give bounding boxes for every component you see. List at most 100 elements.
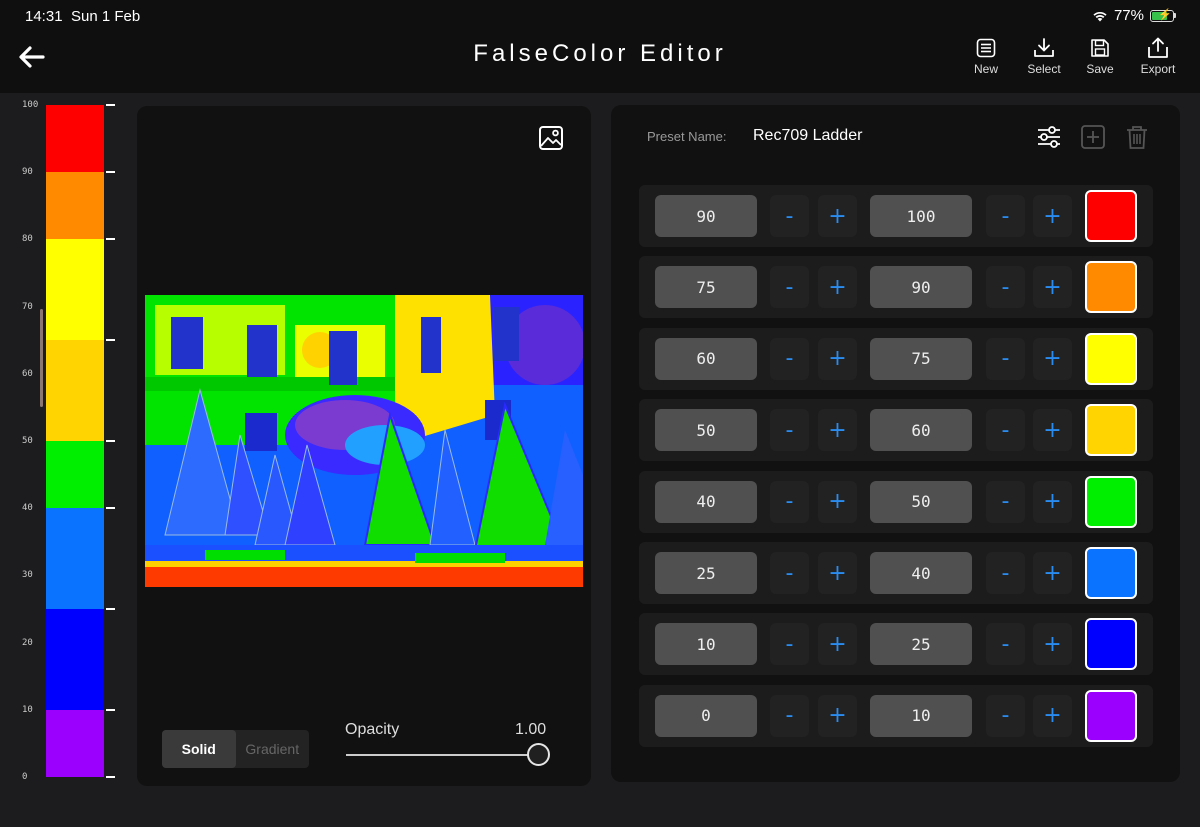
- scale-bar: [46, 105, 104, 777]
- high-increment-button[interactable]: +: [1033, 266, 1072, 309]
- band-color-swatch[interactable]: [1085, 618, 1137, 671]
- low-increment-button[interactable]: +: [818, 195, 857, 237]
- high-decrement-button[interactable]: -: [986, 480, 1025, 523]
- scale-label: 10: [22, 704, 33, 715]
- band-row: 90- +100- +: [639, 185, 1153, 247]
- export-label: Export: [1140, 62, 1176, 76]
- band-color-swatch[interactable]: [1085, 404, 1137, 457]
- solid-mode-button[interactable]: Solid: [162, 730, 236, 768]
- scale-label: 30: [22, 570, 33, 581]
- high-decrement-button[interactable]: -: [986, 266, 1025, 309]
- new-button[interactable]: New: [959, 37, 1013, 76]
- low-increment-button[interactable]: +: [818, 552, 857, 594]
- low-decrement-button[interactable]: -: [770, 337, 809, 380]
- preset-name-field[interactable]: Rec709 Ladder: [753, 127, 862, 145]
- band-low-value[interactable]: 50: [655, 409, 757, 452]
- scale-segment: [46, 105, 104, 173]
- band-high-value[interactable]: 100: [870, 195, 972, 237]
- opacity-slider-thumb[interactable]: [527, 743, 550, 766]
- high-increment-button[interactable]: +: [1033, 694, 1072, 737]
- high-increment-button[interactable]: +: [1033, 409, 1072, 452]
- band-low-value[interactable]: 90: [655, 195, 757, 237]
- export-button[interactable]: Export: [1131, 37, 1185, 76]
- band-color-swatch[interactable]: [1085, 190, 1137, 242]
- band-color-swatch[interactable]: [1085, 689, 1137, 742]
- gradient-mode-button[interactable]: Gradient: [236, 730, 310, 768]
- scale-tick: [106, 238, 115, 241]
- high-decrement-button[interactable]: -: [986, 623, 1025, 666]
- band-low-value[interactable]: 0: [655, 694, 757, 737]
- low-decrement-button[interactable]: -: [770, 694, 809, 737]
- scale-tick: [106, 171, 115, 174]
- low-decrement-button[interactable]: -: [770, 552, 809, 594]
- adjust-settings-button[interactable]: [1035, 123, 1063, 151]
- list-icon: [976, 38, 996, 58]
- low-decrement-button[interactable]: -: [770, 195, 809, 237]
- scale-segment: [46, 340, 104, 441]
- high-increment-button[interactable]: +: [1033, 195, 1072, 237]
- band-high-value[interactable]: 10: [870, 694, 972, 737]
- save-button[interactable]: Save: [1073, 37, 1127, 76]
- status-date: Sun 1 Feb: [71, 8, 141, 25]
- choose-image-button[interactable]: [537, 124, 565, 152]
- low-increment-button[interactable]: +: [818, 623, 857, 666]
- preview-image-svg: [145, 295, 583, 587]
- band-color-swatch[interactable]: [1085, 332, 1137, 385]
- band-row: 25- +40- +: [639, 542, 1153, 604]
- band-low-value[interactable]: 25: [655, 552, 757, 594]
- status-time: 14:31: [25, 8, 63, 25]
- high-decrement-button[interactable]: -: [986, 694, 1025, 737]
- low-increment-button[interactable]: +: [818, 337, 857, 380]
- band-high-value[interactable]: 40: [870, 552, 972, 594]
- low-decrement-button[interactable]: -: [770, 266, 809, 309]
- floppy-disk-icon: [1091, 39, 1109, 57]
- band-high-value[interactable]: 25: [870, 623, 972, 666]
- band-color-swatch[interactable]: [1085, 547, 1137, 599]
- band-high-value[interactable]: 50: [870, 480, 972, 523]
- high-decrement-button[interactable]: -: [986, 552, 1025, 594]
- band-color-swatch[interactable]: [1085, 261, 1137, 314]
- band-low-value[interactable]: 75: [655, 266, 757, 309]
- band-low-value[interactable]: 60: [655, 337, 757, 380]
- high-increment-button[interactable]: +: [1033, 480, 1072, 523]
- delete-band-button[interactable]: [1123, 123, 1151, 151]
- high-increment-button[interactable]: +: [1033, 552, 1072, 594]
- low-increment-button[interactable]: +: [818, 266, 857, 309]
- opacity-slider-track[interactable]: [346, 754, 538, 756]
- band-low-value[interactable]: 40: [655, 480, 757, 523]
- high-decrement-button[interactable]: -: [986, 195, 1025, 237]
- low-decrement-button[interactable]: -: [770, 623, 809, 666]
- high-increment-button[interactable]: +: [1033, 337, 1072, 380]
- band-row: 10- +25- +: [639, 613, 1153, 676]
- band-high-value[interactable]: 90: [870, 266, 972, 309]
- scale-segment: [46, 441, 104, 509]
- scale-label: 20: [22, 637, 33, 648]
- low-decrement-button[interactable]: -: [770, 480, 809, 523]
- scale-tick: [106, 776, 115, 778]
- low-increment-button[interactable]: +: [818, 409, 857, 452]
- low-increment-button[interactable]: +: [818, 694, 857, 737]
- high-decrement-button[interactable]: -: [986, 409, 1025, 452]
- low-decrement-button[interactable]: -: [770, 409, 809, 452]
- scale-label: 60: [22, 368, 33, 379]
- add-band-button[interactable]: [1079, 123, 1107, 151]
- status-bar: 14:31 Sun 1 Feb 77% ⚡: [0, 0, 1200, 32]
- new-label: New: [973, 62, 998, 76]
- high-increment-button[interactable]: +: [1033, 623, 1072, 666]
- false-color-preview-image: [145, 295, 583, 587]
- select-button[interactable]: Select: [1017, 37, 1071, 76]
- band-color-swatch[interactable]: [1085, 475, 1137, 528]
- high-decrement-button[interactable]: -: [986, 337, 1025, 380]
- share-icon: [1148, 37, 1168, 58]
- scale-scroll-indicator[interactable]: [40, 309, 43, 407]
- band-high-value[interactable]: 60: [870, 409, 972, 452]
- scale-segment: [46, 709, 104, 777]
- band-low-value[interactable]: 10: [655, 623, 757, 666]
- low-increment-button[interactable]: +: [818, 480, 857, 523]
- download-icon: [1034, 38, 1054, 57]
- photo-icon: [539, 126, 563, 150]
- opacity-value: 1.00: [515, 721, 547, 738]
- scale-segment: [46, 508, 104, 609]
- band-high-value[interactable]: 75: [870, 337, 972, 380]
- scale-tick: [106, 339, 115, 342]
